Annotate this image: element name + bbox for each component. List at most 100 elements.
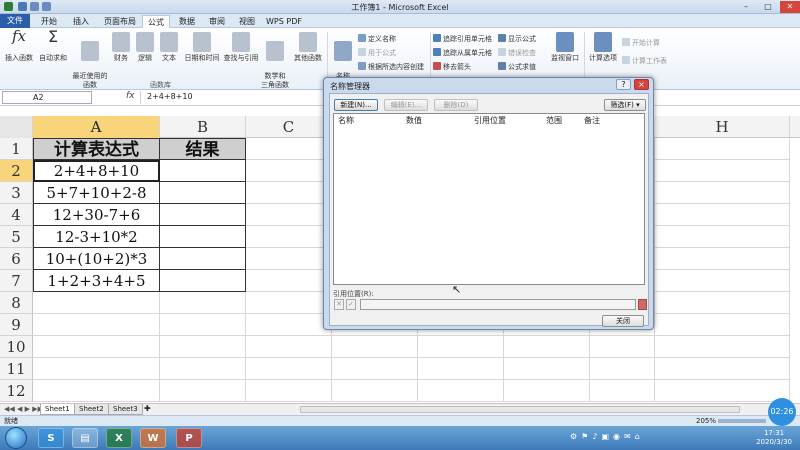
trace-precedents-button[interactable]: 追踪引用单元格 (433, 34, 492, 44)
list-header-refers-to[interactable]: 引用位置 (474, 115, 506, 126)
empty-cell[interactable] (655, 380, 790, 402)
empty-cell[interactable] (246, 204, 332, 226)
row-header[interactable]: 12 (0, 380, 33, 402)
empty-cell[interactable] (590, 336, 655, 358)
tab-file[interactable]: 文件 (0, 14, 30, 28)
result-cell[interactable] (160, 248, 246, 270)
empty-cell[interactable] (655, 358, 790, 380)
math-trig-button[interactable]: 数学和 三角函数 (260, 32, 290, 90)
more-functions-button[interactable]: 其他函数 (290, 32, 326, 63)
tab-formulas[interactable]: 公式 (142, 15, 170, 28)
empty-cell[interactable] (655, 270, 790, 292)
empty-cell[interactable] (655, 138, 790, 160)
empty-cell[interactable] (332, 380, 418, 402)
logical-button[interactable]: 逻辑 (134, 32, 156, 63)
empty-cell[interactable] (246, 138, 332, 160)
create-from-selection-button[interactable]: 根据所选内容创建 (358, 62, 424, 72)
empty-cell[interactable] (332, 336, 418, 358)
empty-cell[interactable] (33, 292, 160, 314)
autosum-button[interactable]: Σ 自动求和 (36, 29, 70, 63)
empty-cell[interactable] (33, 336, 160, 358)
dialog-close-button[interactable]: 关闭 (602, 315, 644, 327)
empty-cell[interactable] (246, 182, 332, 204)
empty-cell[interactable] (246, 160, 332, 182)
empty-cell[interactable] (655, 336, 790, 358)
column-header-h[interactable]: H (655, 116, 790, 138)
evaluate-formula-button[interactable]: 公式求值 (498, 62, 536, 72)
calc-options-button[interactable]: 计算选项 (586, 32, 620, 63)
empty-cell[interactable] (655, 292, 790, 314)
maximize-icon[interactable]: □ (758, 1, 778, 13)
tab-view[interactable]: 视图 (234, 15, 260, 28)
minimize-icon[interactable]: – (736, 1, 756, 13)
empty-cell[interactable] (33, 380, 160, 402)
empty-cell[interactable] (418, 358, 504, 380)
define-name-button[interactable]: 定义名称 (358, 34, 396, 44)
result-cell[interactable] (160, 160, 246, 182)
collapse-dialog-icon[interactable] (638, 299, 647, 310)
date-time-button[interactable]: 日期和时间 (182, 32, 222, 63)
empty-cell[interactable] (504, 336, 590, 358)
error-checking-button[interactable]: 错误检查 (498, 48, 536, 58)
calculate-sheet-button[interactable]: 计算工作表 (622, 56, 667, 66)
row-header[interactable]: 10 (0, 336, 33, 358)
empty-cell[interactable] (160, 358, 246, 380)
row-header[interactable]: 9 (0, 314, 33, 336)
trace-dependents-button[interactable]: 追踪从属单元格 (433, 48, 492, 58)
expression-cell[interactable]: 10+(10+2)*3 (33, 248, 160, 270)
filter-button[interactable]: 筛选(F) ▾ (604, 99, 646, 111)
tab-page-layout[interactable]: 页面布局 (100, 15, 140, 28)
expression-cell[interactable]: 2+4+8+10 (33, 160, 160, 182)
start-button-icon[interactable] (5, 427, 27, 449)
row-header[interactable]: 3 (0, 182, 33, 204)
row-header[interactable]: 6 (0, 248, 33, 270)
result-cell[interactable] (160, 270, 246, 292)
recent-functions-button[interactable]: 最近使用的 函数 (70, 32, 110, 90)
row-header[interactable]: 5 (0, 226, 33, 248)
row-header[interactable]: 11 (0, 358, 33, 380)
empty-cell[interactable] (418, 336, 504, 358)
expression-cell[interactable]: 12+30-7+6 (33, 204, 160, 226)
fx-icon[interactable]: fx (126, 91, 135, 101)
list-header-name[interactable]: 名称 (338, 115, 354, 126)
zoom-slider[interactable] (718, 419, 766, 423)
use-in-formula-button[interactable]: 用于公式 (358, 48, 396, 58)
tab-review[interactable]: 审阅 (204, 15, 230, 28)
show-formulas-button[interactable]: 显示公式 (498, 34, 536, 44)
expression-cell[interactable]: 1+2+3+4+5 (33, 270, 160, 292)
empty-cell[interactable] (246, 270, 332, 292)
empty-cell[interactable] (655, 160, 790, 182)
confirm-edit-icon[interactable]: ✓ (346, 299, 356, 310)
calculate-now-button[interactable]: 开始计算 (622, 38, 660, 48)
empty-cell[interactable] (246, 336, 332, 358)
help-icon[interactable]: ? (616, 79, 631, 90)
folder-icon[interactable]: ▤ (72, 428, 98, 448)
empty-cell[interactable] (655, 314, 790, 336)
refers-to-input[interactable] (360, 299, 636, 310)
lookup-reference-button[interactable]: 查找与引用 (222, 32, 260, 63)
empty-cell[interactable] (246, 292, 332, 314)
empty-cell[interactable] (160, 314, 246, 336)
row-header[interactable]: 1 (0, 138, 33, 160)
empty-cell[interactable] (655, 226, 790, 248)
empty-cell[interactable] (504, 380, 590, 402)
empty-cell[interactable] (418, 380, 504, 402)
empty-cell[interactable] (504, 358, 590, 380)
empty-cell[interactable] (590, 358, 655, 380)
result-cell[interactable] (160, 226, 246, 248)
delete-name-button[interactable]: 删除(D) (434, 99, 478, 111)
header-cell-expression[interactable]: 计算表达式 (33, 138, 160, 160)
wps-icon[interactable]: W (140, 428, 166, 448)
close-icon[interactable]: × (634, 79, 649, 90)
empty-cell[interactable] (590, 380, 655, 402)
empty-cell[interactable] (160, 336, 246, 358)
text-button[interactable]: 文本 (158, 32, 180, 63)
empty-cell[interactable] (33, 314, 160, 336)
list-header-comment[interactable]: 备注 (584, 115, 600, 126)
excel-taskbar-icon[interactable]: X (106, 428, 132, 448)
taskbar-clock[interactable]: 17:31 2020/3/30 (756, 429, 792, 447)
browser-icon[interactable]: S (38, 428, 64, 448)
sheet-nav-arrows-icon[interactable]: ◀◀ ◀ ▶ ▶▶ (4, 405, 43, 413)
watch-window-button[interactable]: 监视窗口 (548, 32, 582, 63)
empty-cell[interactable] (655, 204, 790, 226)
